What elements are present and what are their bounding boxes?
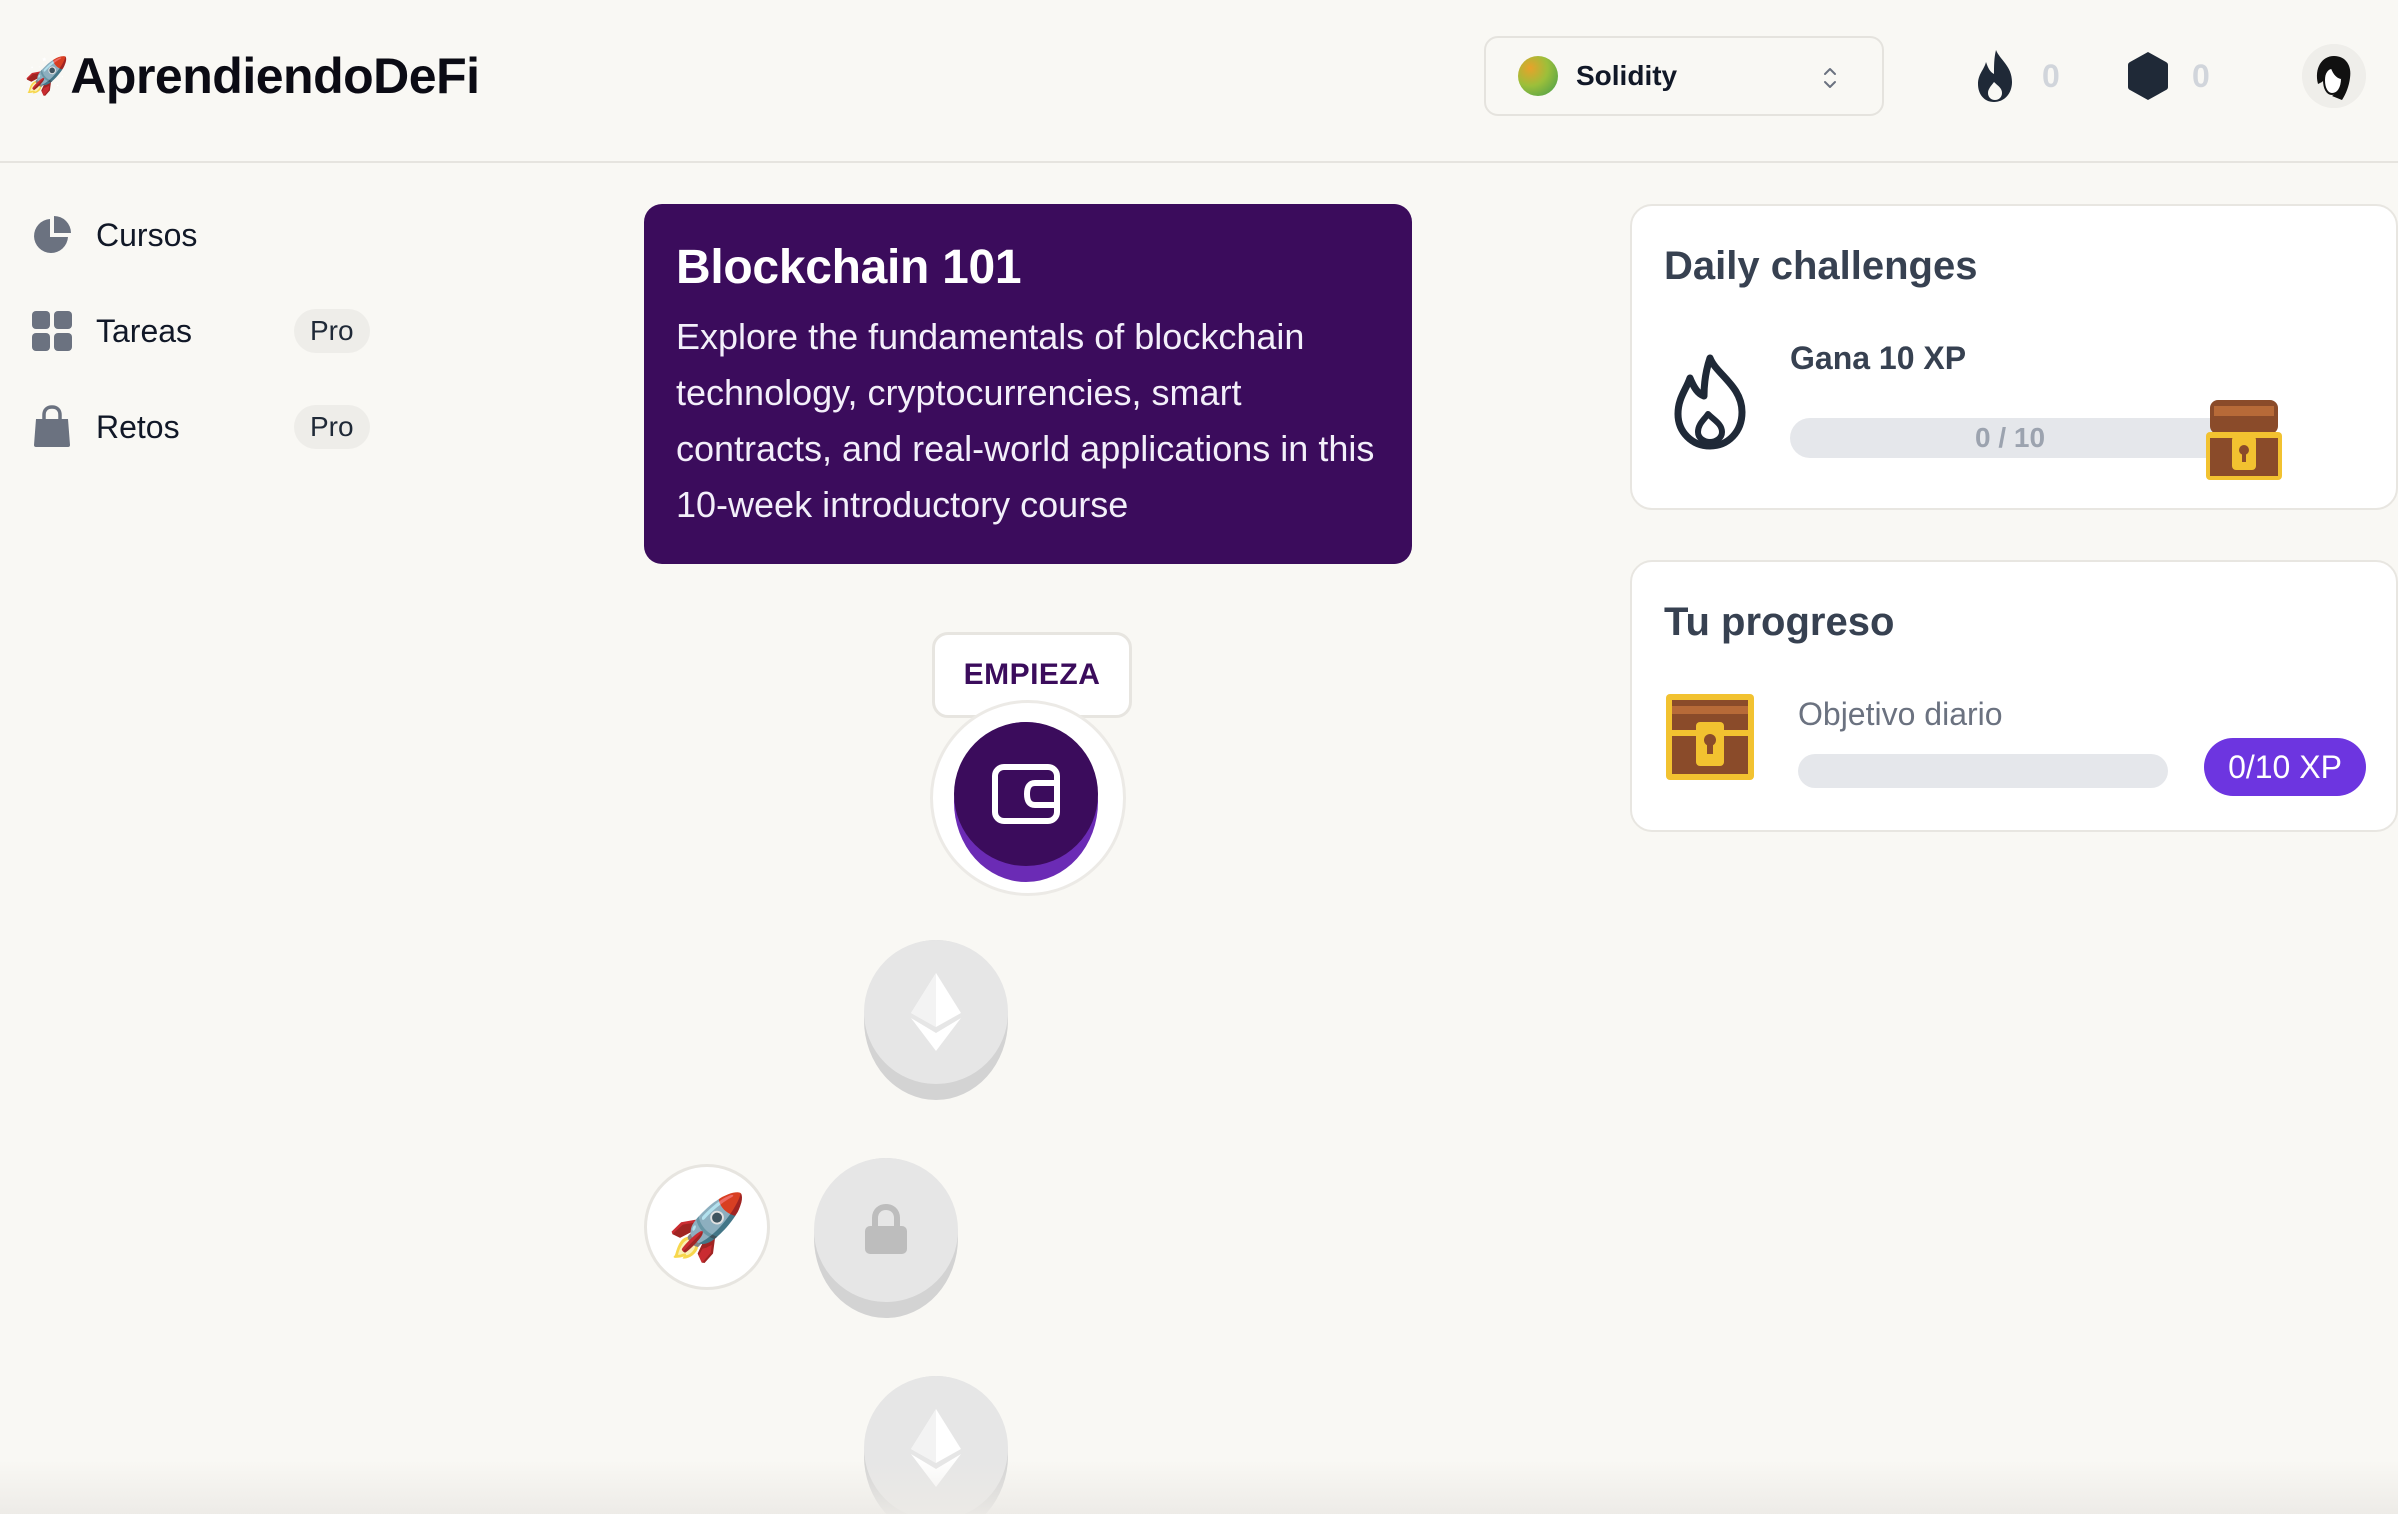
rocket-node[interactable]: 🚀 [644, 1164, 770, 1290]
ethereum-icon [911, 1409, 961, 1487]
sidebar-item-label: Retos [96, 408, 180, 445]
bottom-fade [0, 1460, 2398, 1514]
card-title: Daily challenges [1664, 244, 1978, 288]
shopping-bag-icon [34, 405, 70, 447]
flame-icon [1978, 50, 2012, 102]
course-banner: Blockchain 101 Explore the fundamentals … [644, 204, 1412, 564]
sidebar-item-label: Cursos [96, 216, 198, 253]
flame-outline-icon [1674, 354, 1746, 450]
course-description: Explore the fundamentals of blockchain t… [676, 316, 1375, 525]
pro-badge: Pro [294, 309, 370, 353]
pie-chart-icon [34, 216, 71, 253]
lesson-node-locked[interactable] [814, 1158, 958, 1318]
wallet-icon [992, 764, 1060, 824]
lesson-node-active[interactable] [954, 722, 1098, 882]
sidebar-item-retos[interactable]: Retos Pro [30, 397, 370, 457]
sidebar-item-cursos[interactable]: Cursos [30, 205, 370, 265]
lesson-node-face [814, 1158, 958, 1302]
treasure-chest-icon [1666, 694, 1754, 780]
streak-count: 0 [2042, 57, 2060, 94]
rocket-logo-icon: 🚀 [24, 55, 69, 96]
rocket-icon: 🚀 [667, 1190, 747, 1263]
streak-counter[interactable]: 0 [1972, 44, 2060, 108]
ethereum-icon [911, 973, 961, 1051]
chevron-up-down-icon [1824, 68, 1836, 88]
card-title: Tu progreso [1664, 600, 1895, 644]
solidity-language-icon [1518, 56, 1558, 96]
daily-goal-progress-bar [1798, 754, 2168, 788]
lesson-node-locked[interactable] [864, 1376, 1008, 1514]
pro-badge: Pro [294, 405, 370, 449]
challenge-title: Gana 10 XP [1790, 340, 1967, 376]
avatar-image [2302, 44, 2366, 108]
lesson-node-face [864, 1376, 1008, 1514]
app-name: AprendiendoDeFi [70, 48, 480, 104]
lock-icon [865, 1204, 907, 1254]
daily-goal-label: Objetivo diario [1798, 696, 2003, 732]
course-title: Blockchain 101 [676, 241, 1022, 294]
language-select[interactable]: Solidity [1484, 36, 1884, 116]
gems-count: 0 [2192, 57, 2210, 94]
challenge-progress-text: 0 / 10 [1974, 422, 2046, 453]
top-header: 🚀 AprendiendoDeFi Solidity 0 0 [0, 0, 2398, 163]
daily-challenges-card: Daily challenges Gana 10 XP 0 / 10 [1630, 204, 2398, 510]
progress-card: Tu progreso Objetivo diario 0/10 XP [1630, 560, 2398, 832]
treasure-chest-icon [2206, 400, 2282, 480]
sidebar-item-tareas[interactable]: Tareas Pro [30, 301, 370, 361]
daily-goal-badge: 0/10 XP [2204, 738, 2366, 796]
user-avatar[interactable] [2302, 44, 2366, 108]
gems-counter[interactable]: 0 [2126, 44, 2210, 108]
grid-icon [32, 311, 72, 351]
challenge-progress-bar: 0 / 10 [1790, 418, 2230, 458]
lesson-node-locked[interactable] [864, 940, 1008, 1100]
sidebar-item-label: Tareas [96, 312, 193, 349]
hexagon-icon [2128, 52, 2168, 100]
lesson-node-face [864, 940, 1008, 1084]
app-logo[interactable]: 🚀 AprendiendoDeFi [24, 44, 480, 108]
language-select-value: Solidity [1576, 60, 1678, 91]
lesson-node-face [954, 722, 1098, 866]
